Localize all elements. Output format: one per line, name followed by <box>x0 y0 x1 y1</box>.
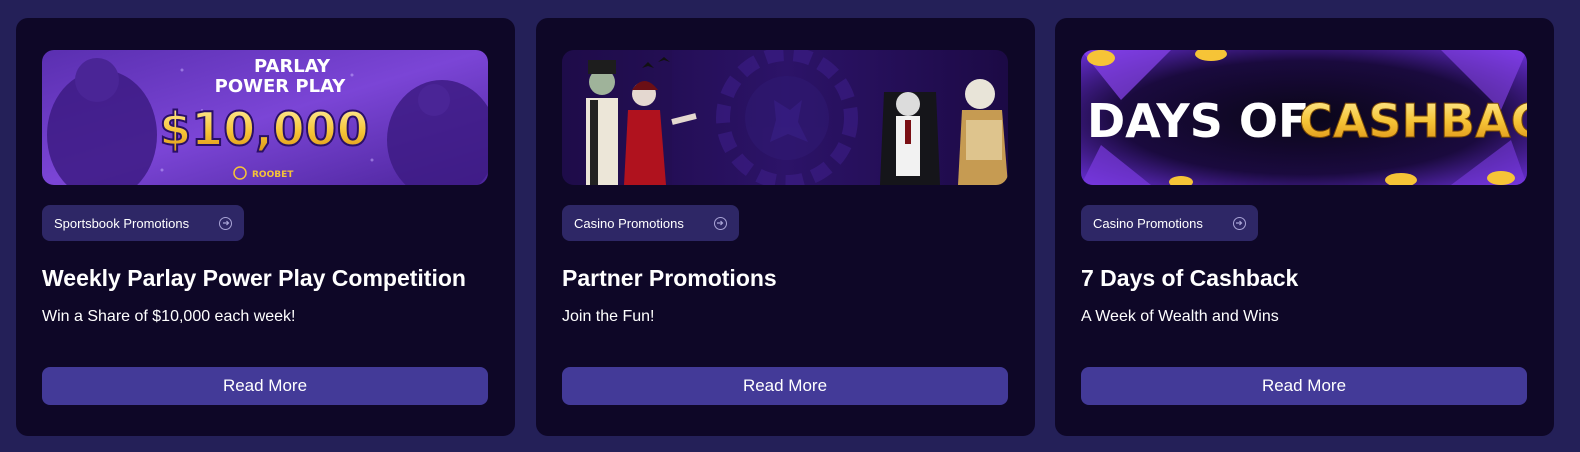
category-chip-label: Casino Promotions <box>574 215 684 231</box>
promo-banner-cashback[interactable]: DAYS OF CASHBAC <box>1081 50 1527 185</box>
svg-text:DAYS OF: DAYS OF <box>1087 94 1309 148</box>
category-chip-sportsbook[interactable]: Sportsbook Promotions <box>42 205 245 241</box>
promo-subtitle: A Week of Wealth and Wins <box>1081 308 1279 325</box>
category-chip-label: Casino Promotions <box>1093 215 1203 231</box>
category-chip-label: Sportsbook Promotions <box>54 215 190 231</box>
read-more-button[interactable]: Read More <box>42 367 488 405</box>
read-more-button[interactable]: Read More <box>562 367 1008 405</box>
partner-banner-art <box>562 50 1008 185</box>
svg-text:POWER PLAY: POWER PLAY <box>215 76 347 97</box>
promotions-grid: PARLAY POWER PLAY $10,000 ROOBET Sportsb… <box>0 0 1580 452</box>
svg-text:ROOBET: ROOBET <box>252 170 294 180</box>
promo-banner-partner[interactable] <box>562 50 1008 185</box>
promo-title: Weekly Parlay Power Play Competition <box>42 265 466 291</box>
arrow-right-circle-icon <box>713 216 727 230</box>
promo-card-cashback: DAYS OF CASHBAC Casino Promotions 7 Days… <box>1055 18 1554 436</box>
promo-subtitle: Join the Fun! <box>562 308 655 325</box>
category-chip-casino[interactable]: Casino Promotions <box>1081 205 1258 241</box>
promo-card-parlay: PARLAY POWER PLAY $10,000 ROOBET Sportsb… <box>16 18 515 436</box>
category-chip-casino[interactable]: Casino Promotions <box>562 205 739 241</box>
svg-text:$10,000: $10,000 <box>159 102 369 156</box>
svg-text:CASHBAC: CASHBAC <box>1299 94 1527 148</box>
promo-subtitle: Win a Share of $10,000 each week! <box>42 308 296 325</box>
arrow-right-circle-icon <box>1232 216 1246 230</box>
promo-card-partner: Casino Promotions Partner Promotions Joi… <box>536 18 1035 436</box>
svg-text:PARLAY: PARLAY <box>254 56 331 77</box>
read-more-button[interactable]: Read More <box>1081 367 1527 405</box>
cashback-banner-art: DAYS OF CASHBAC <box>1081 50 1527 185</box>
promo-title: Partner Promotions <box>562 265 777 291</box>
arrow-right-circle-icon <box>219 216 233 230</box>
promo-title: 7 Days of Cashback <box>1081 265 1299 291</box>
parlay-banner-art: PARLAY POWER PLAY $10,000 ROOBET <box>42 50 488 185</box>
promo-banner-parlay[interactable]: PARLAY POWER PLAY $10,000 ROOBET <box>42 50 488 185</box>
